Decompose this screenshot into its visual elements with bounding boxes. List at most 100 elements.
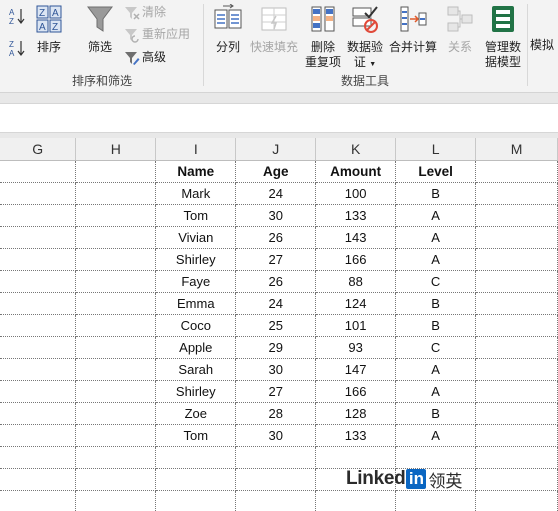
reapply-button[interactable]: 重新应用 — [124, 24, 190, 44]
consolidate-button[interactable]: 合并计算 — [387, 4, 439, 55]
cell[interactable] — [75, 446, 157, 469]
column-header-k[interactable]: K — [315, 138, 397, 161]
cell[interactable] — [475, 292, 558, 315]
cell[interactable] — [75, 314, 157, 337]
header-cell-level[interactable]: Level — [395, 160, 477, 183]
cell-level[interactable]: B — [395, 314, 477, 337]
cell[interactable] — [75, 358, 157, 381]
sort-ascending-button[interactable]: A Z — [8, 6, 26, 26]
cell[interactable] — [75, 226, 157, 249]
cell-amount[interactable]: 147 — [315, 358, 397, 381]
cell-name[interactable]: Shirley — [155, 380, 237, 403]
column-header-g[interactable]: G — [0, 138, 77, 161]
cell[interactable] — [75, 270, 157, 293]
cell-age[interactable]: 24 — [235, 292, 317, 315]
header-cell-age[interactable]: Age — [235, 160, 317, 183]
cell[interactable] — [475, 358, 558, 381]
cell-age[interactable]: 27 — [235, 380, 317, 403]
clear-filter-button[interactable]: 清除 — [124, 2, 166, 22]
cell[interactable] — [75, 490, 157, 511]
cell[interactable] — [475, 446, 558, 469]
cell-amount[interactable]: 166 — [315, 248, 397, 271]
cell-level[interactable]: A — [395, 380, 477, 403]
cell[interactable] — [475, 226, 558, 249]
cell-level[interactable]: C — [395, 270, 477, 293]
cell[interactable] — [475, 468, 558, 491]
cell-level[interactable]: B — [395, 292, 477, 315]
cell[interactable] — [475, 248, 558, 271]
cell[interactable] — [0, 424, 77, 447]
cell-age[interactable]: 30 — [235, 358, 317, 381]
cell[interactable] — [0, 358, 77, 381]
cell-age[interactable]: 28 — [235, 402, 317, 425]
flash-fill-button[interactable]: 快速填充 — [248, 4, 300, 55]
cell[interactable] — [475, 270, 558, 293]
cell[interactable] — [0, 248, 77, 271]
cell[interactable] — [75, 182, 157, 205]
cell-level[interactable]: B — [395, 402, 477, 425]
cell[interactable] — [0, 226, 77, 249]
cell-level[interactable]: C — [395, 336, 477, 359]
cell[interactable] — [0, 270, 77, 293]
formula-bar[interactable] — [0, 104, 558, 133]
cell-amount[interactable]: 101 — [315, 314, 397, 337]
column-header-m[interactable]: M — [475, 138, 558, 161]
cell-name[interactable]: Faye — [155, 270, 237, 293]
cell-amount[interactable]: 143 — [315, 226, 397, 249]
cell-level[interactable]: A — [395, 424, 477, 447]
cell-name[interactable]: Apple — [155, 336, 237, 359]
cell-name[interactable]: Tom — [155, 204, 237, 227]
cell[interactable] — [235, 490, 317, 511]
cell[interactable] — [0, 490, 77, 511]
column-header-j[interactable]: J — [235, 138, 317, 161]
cell-name[interactable]: Mark — [155, 182, 237, 205]
cell-amount[interactable]: 88 — [315, 270, 397, 293]
cell[interactable] — [75, 248, 157, 271]
cell[interactable] — [0, 402, 77, 425]
cell-amount[interactable]: 133 — [315, 424, 397, 447]
cell[interactable] — [0, 314, 77, 337]
cell[interactable] — [155, 468, 237, 491]
cell[interactable] — [0, 160, 77, 183]
cell-level[interactable]: A — [395, 226, 477, 249]
cell[interactable] — [0, 380, 77, 403]
cell[interactable] — [155, 446, 237, 469]
cell[interactable] — [75, 336, 157, 359]
column-header-h[interactable]: H — [75, 138, 157, 161]
cell[interactable] — [75, 402, 157, 425]
cell[interactable] — [0, 446, 77, 469]
cell-level[interactable]: B — [395, 182, 477, 205]
cell[interactable] — [75, 468, 157, 491]
cell-amount[interactable]: 166 — [315, 380, 397, 403]
cell-name[interactable]: Tom — [155, 424, 237, 447]
data-validation-button[interactable]: 数据验 证 ▼ — [345, 4, 385, 72]
cell[interactable] — [475, 402, 558, 425]
cell-amount[interactable]: 128 — [315, 402, 397, 425]
cell[interactable] — [395, 446, 477, 469]
cell-age[interactable]: 30 — [235, 204, 317, 227]
cell-amount[interactable]: 124 — [315, 292, 397, 315]
what-if-analysis-button[interactable]: 模拟 — [530, 38, 558, 53]
manage-data-model-button[interactable]: 管理数 据模型 — [481, 4, 525, 70]
cell[interactable] — [75, 292, 157, 315]
cell[interactable] — [0, 292, 77, 315]
cell[interactable] — [315, 490, 397, 511]
text-to-columns-button[interactable]: 分列 — [211, 4, 245, 55]
cell-name[interactable]: Vivian — [155, 226, 237, 249]
cell[interactable] — [235, 446, 317, 469]
header-cell-amount[interactable]: Amount — [315, 160, 397, 183]
cell-name[interactable]: Shirley — [155, 248, 237, 271]
cell[interactable] — [475, 380, 558, 403]
cell[interactable] — [75, 424, 157, 447]
cell[interactable] — [235, 468, 317, 491]
cell[interactable] — [0, 336, 77, 359]
cell[interactable] — [75, 160, 157, 183]
cell[interactable] — [315, 446, 397, 469]
cell-name[interactable]: Emma — [155, 292, 237, 315]
column-header-l[interactable]: L — [395, 138, 477, 161]
cell-amount[interactable]: 133 — [315, 204, 397, 227]
cell[interactable] — [475, 204, 558, 227]
column-header-i[interactable]: I — [155, 138, 237, 161]
cell[interactable] — [75, 204, 157, 227]
cell[interactable] — [0, 204, 77, 227]
